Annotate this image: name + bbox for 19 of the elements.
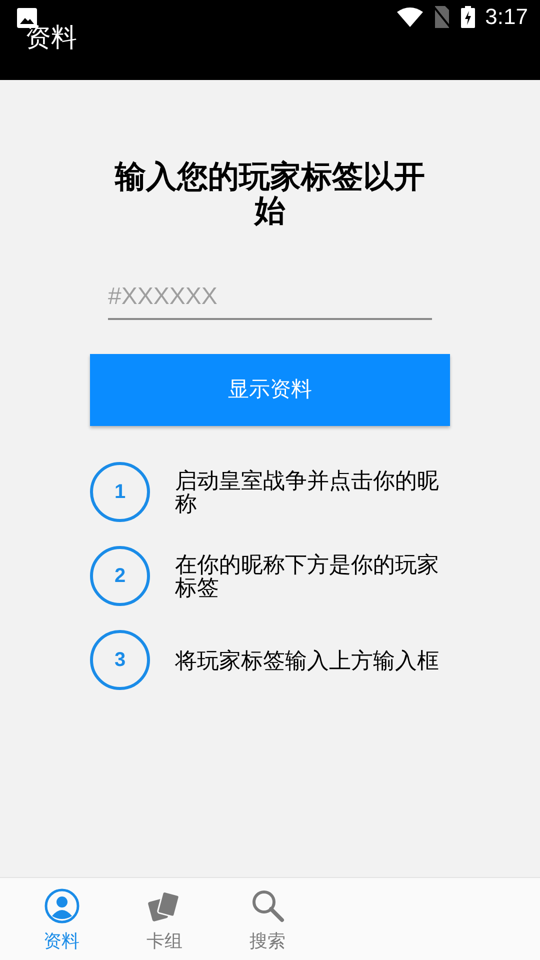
step-number: 1 (90, 462, 150, 522)
no-sim-icon (433, 6, 452, 28)
step-text: 在你的昵称下方是你的玩家标签 (175, 553, 440, 599)
step-text: 启动皇室战争并点击你的昵称 (175, 469, 440, 515)
show-profile-button[interactable]: 显示资料 (90, 354, 450, 426)
app-title: 资料 (25, 24, 77, 50)
nav-tab[interactable]: 搜索 (216, 878, 319, 960)
battery-icon (461, 6, 476, 28)
nav-tab[interactable]: 卡组 (113, 878, 216, 960)
tag-input-field[interactable]: #XXXXXX (108, 276, 432, 320)
nav-tab[interactable]: 资料 (10, 878, 113, 960)
search-icon (250, 888, 286, 924)
wifi-icon (397, 7, 424, 27)
step-text: 将玩家标签输入上方输入框 (175, 648, 440, 672)
heading: 输入您的玩家标签以开始 (114, 160, 426, 228)
clock-time: 3:17 (485, 6, 528, 28)
profile-icon (44, 888, 80, 924)
step-number: 3 (90, 630, 150, 690)
step-number: 2 (90, 546, 150, 606)
